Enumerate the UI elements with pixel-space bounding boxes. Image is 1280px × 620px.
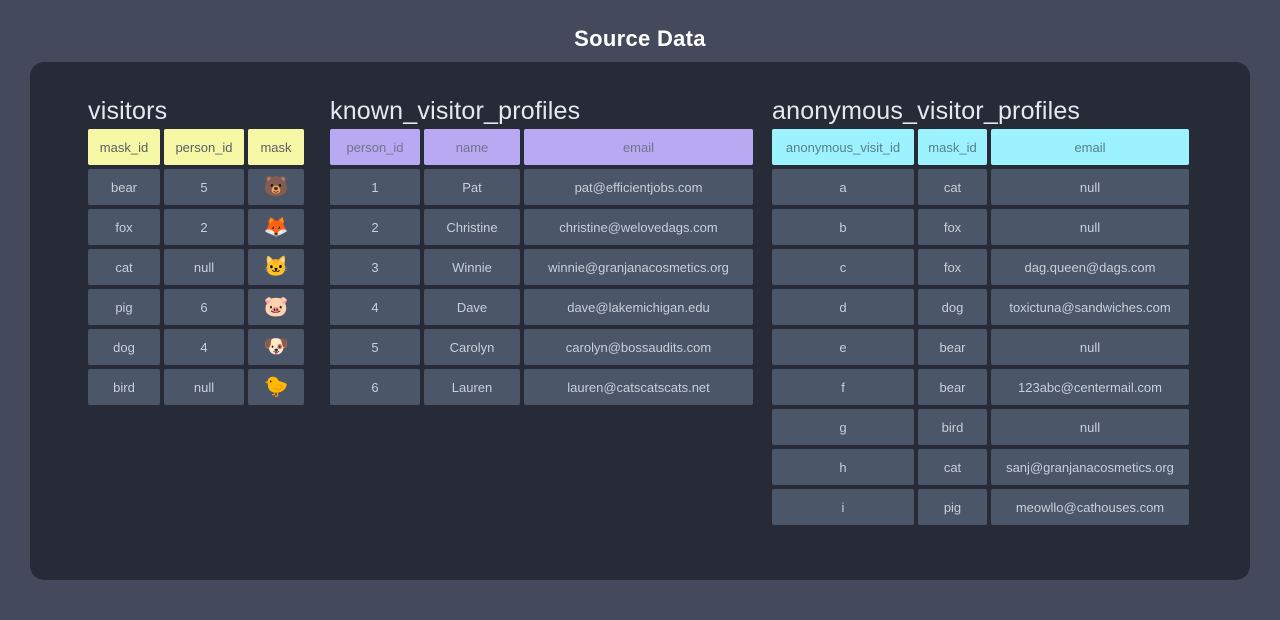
table-cell: pat@efficientjobs.com [524,169,753,205]
mask-emoji-icon: 🐤 [248,369,304,405]
table-cell: Winnie [424,249,520,285]
table-cell: lauren@catscatscats.net [524,369,753,405]
known_visitor_profiles-header-name: name [424,129,520,165]
table-cell: 4 [330,289,420,325]
table-cell: 3 [330,249,420,285]
anonymous_visitor_profiles-header-mask_id: mask_id [918,129,987,165]
table-cell: 1 [330,169,420,205]
table-cell: dog [918,289,987,325]
table-cell: 5 [330,329,420,365]
table-cell: Christine [424,209,520,245]
source-data-panel: visitors mask_idperson_idmaskbear5🐻fox2🦊… [30,62,1250,580]
table-cell: h [772,449,914,485]
table-cell: 6 [330,369,420,405]
table-cell: bird [88,369,160,405]
visitors-header-person_id: person_id [164,129,244,165]
known-visitor-profiles-table-title: known_visitor_profiles [330,96,753,126]
table-cell: null [991,169,1189,205]
table-cell: christine@welovedags.com [524,209,753,245]
page-title: Source Data [0,26,1280,52]
table-cell: pig [918,489,987,525]
table-cell: bear [918,369,987,405]
table-cell: d [772,289,914,325]
table-cell: fox [88,209,160,245]
table-cell: bear [918,329,987,365]
table-cell: cat [918,449,987,485]
table-cell: meowllo@cathouses.com [991,489,1189,525]
table-cell: sanj@granjanacosmetics.org [991,449,1189,485]
table-cell: 123abc@centermail.com [991,369,1189,405]
table-cell: f [772,369,914,405]
table-cell: Dave [424,289,520,325]
known_visitor_profiles-header-email: email [524,129,753,165]
visitors-header-mask: mask [248,129,304,165]
table-cell: i [772,489,914,525]
table-cell: bear [88,169,160,205]
anonymous_visitor_profiles-header-email: email [991,129,1189,165]
table-cell: carolyn@bossaudits.com [524,329,753,365]
anonymous-visitor-profiles-table-title: anonymous_visitor_profiles [772,96,1189,126]
table-cell: pig [88,289,160,325]
table-cell: null [991,409,1189,445]
table-cell: dog [88,329,160,365]
table-cell: fox [918,249,987,285]
table-cell: 4 [164,329,244,365]
anonymous-visitor-profiles-table: anonymous_visitor_profiles anonymous_vis… [772,96,1189,525]
mask-emoji-icon: 🐷 [248,289,304,325]
anonymous_visitor_profiles-header-anonymous_visit_id: anonymous_visit_id [772,129,914,165]
known-visitor-profiles-table-grid: person_idnameemail 1Patpat@efficientjobs.… [330,129,753,405]
mask-emoji-icon: 🦊 [248,209,304,245]
visitors-table-grid: mask_idperson_idmaskbear5🐻fox2🦊catnull🐱p… [88,129,304,405]
table-cell: Carolyn [424,329,520,365]
table-cell: bird [918,409,987,445]
table-cell: Pat [424,169,520,205]
table-cell: 6 [164,289,244,325]
table-cell: null [164,249,244,285]
table-cell: 5 [164,169,244,205]
table-cell: null [164,369,244,405]
table-cell: cat [88,249,160,285]
known_visitor_profiles-header-person_id: person_id [330,129,420,165]
table-cell: b [772,209,914,245]
table-cell: dag.queen@dags.com [991,249,1189,285]
mask-emoji-icon: 🐶 [248,329,304,365]
mask-emoji-icon: 🐱 [248,249,304,285]
table-cell: g [772,409,914,445]
table-cell: null [991,209,1189,245]
table-cell: cat [918,169,987,205]
anonymous-visitor-profiles-table-grid: anonymous_visit_idmask_idemailacatnullbf… [772,129,1189,525]
table-cell: dave@lakemichigan.edu [524,289,753,325]
table-cell: fox [918,209,987,245]
table-cell: 2 [330,209,420,245]
table-cell: null [991,329,1189,365]
table-cell: 2 [164,209,244,245]
mask-emoji-icon: 🐻 [248,169,304,205]
visitors-table-title: visitors [88,96,304,126]
table-cell: e [772,329,914,365]
table-cell: toxictuna@sandwiches.com [991,289,1189,325]
table-cell: Lauren [424,369,520,405]
table-cell: c [772,249,914,285]
table-cell: a [772,169,914,205]
known-visitor-profiles-table: known_visitor_profiles person_idnameemai… [330,96,753,405]
visitors-table: visitors mask_idperson_idmask bear5🐻 fox2🦊… [88,96,304,405]
visitors-header-mask_id: mask_id [88,129,160,165]
table-cell: winnie@granjanacosmetics.org [524,249,753,285]
